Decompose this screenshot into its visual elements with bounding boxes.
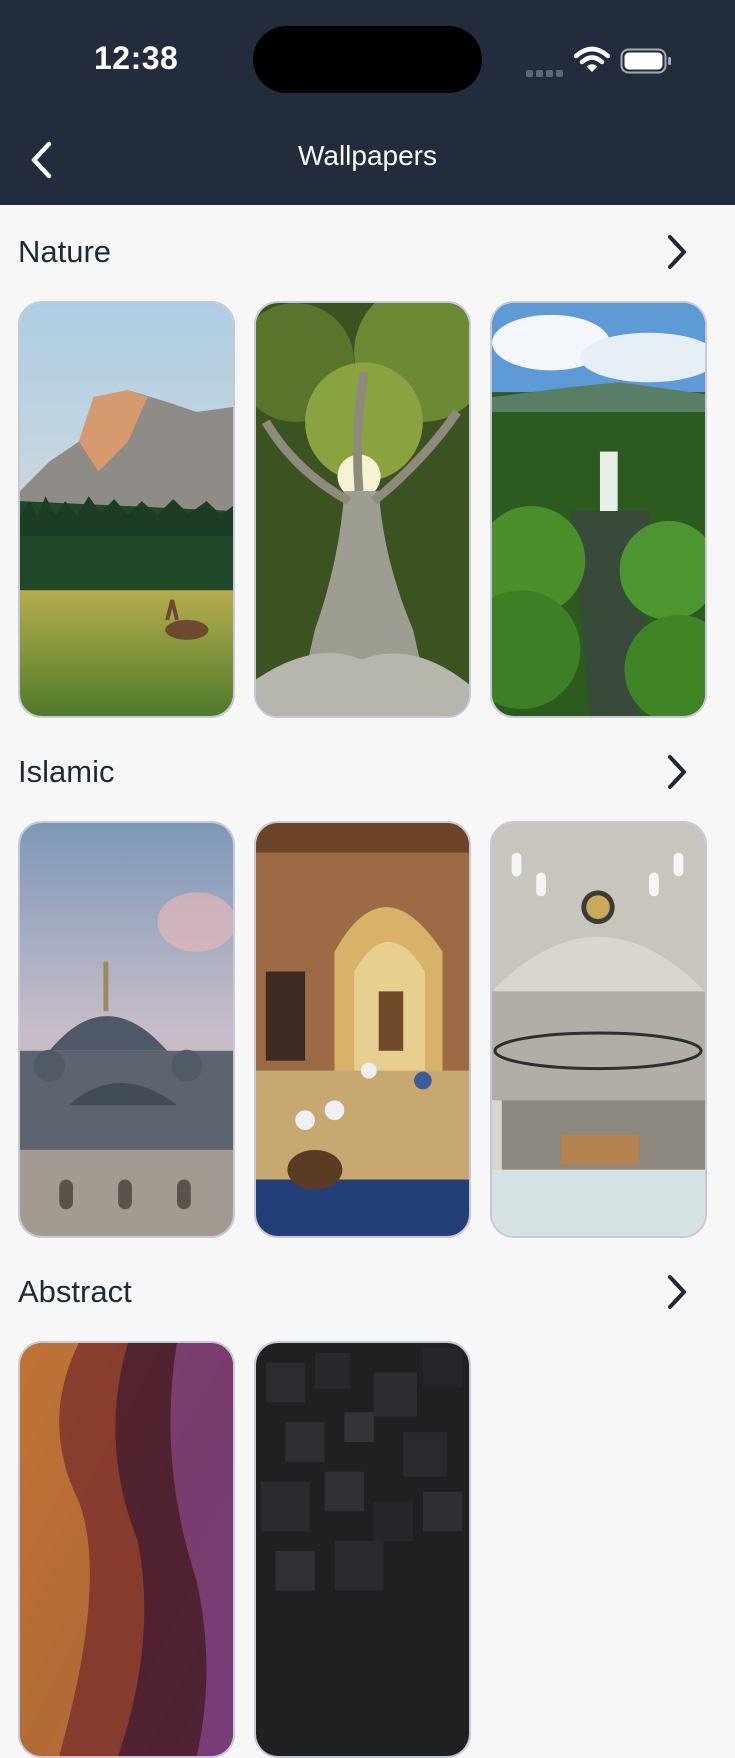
wallpaper-card-mosque-prayer-hall[interactable] — [254, 821, 471, 1238]
section-title-islamic: Islamic — [18, 754, 115, 789]
wallpaper-card-forest-waterfall[interactable] — [490, 301, 707, 718]
wallpaper-image — [20, 1343, 233, 1756]
section-abstract-see-all-button[interactable] — [660, 1270, 694, 1314]
wallpaper-card-mosque-interior-dome[interactable] — [490, 821, 707, 1238]
wallpaper-image — [256, 823, 469, 1236]
wallpaper-image — [492, 303, 705, 716]
wallpaper-card-mosque-domes-sunset[interactable] — [18, 821, 235, 1238]
wallpaper-card-dark-cubes[interactable] — [254, 1341, 471, 1758]
section-nature-see-all-button[interactable] — [660, 230, 694, 274]
app-header: 12:38 Wallpapers — [0, 0, 735, 205]
chevron-right-icon — [668, 235, 686, 269]
section-title-nature: Nature — [18, 234, 112, 269]
wallpaper-image — [492, 823, 705, 1236]
section-islamic-see-all-button[interactable] — [660, 750, 694, 794]
wallpaper-image — [20, 823, 233, 1236]
chevron-right-icon — [668, 755, 686, 789]
wifi-icon — [574, 46, 610, 72]
status-time: 12:38 — [94, 40, 179, 76]
wallpaper-image — [256, 303, 469, 716]
section-title-abstract: Abstract — [18, 1274, 132, 1309]
wallpaper-image — [20, 303, 233, 716]
wallpaper-image — [256, 1343, 469, 1756]
wallpaper-card-giant-tree[interactable] — [254, 301, 471, 718]
wallpaper-card-mountain-meadow-deer[interactable] — [18, 301, 235, 718]
battery-icon — [620, 48, 671, 74]
cellular-signal-icon — [526, 64, 566, 77]
page-title: Wallpapers — [297, 140, 437, 171]
wallpaper-card-orange-purple-waves[interactable] — [18, 1341, 235, 1758]
chevron-right-icon — [668, 1275, 686, 1309]
dynamic-island — [253, 26, 482, 93]
